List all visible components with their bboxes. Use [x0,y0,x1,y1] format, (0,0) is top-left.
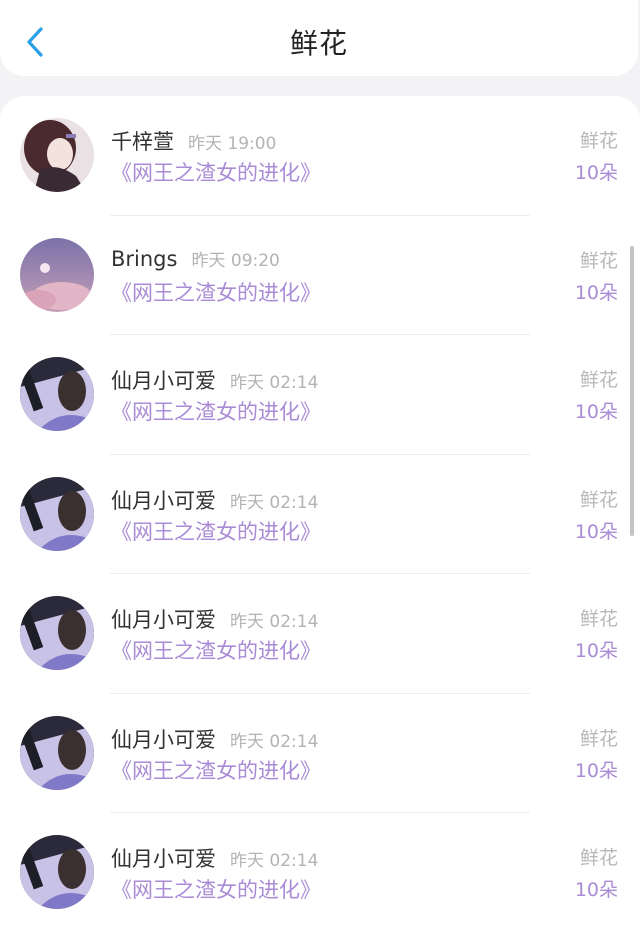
gift-type: 鲜花 [579,249,618,272]
gift-count: 10朵 [574,401,618,423]
book-title-link[interactable]: 《网王之渣女的进化》 [111,277,321,307]
sender-name: 仙月小可爱 昨天 02:14 [111,488,319,513]
avatar[interactable] [20,476,94,551]
book-title-link[interactable]: 《网王之渣女的进化》 [111,874,321,904]
gift-type: 鲜花 [579,488,618,511]
timestamp: 昨天 19:00 [188,134,277,154]
gift-type: 鲜花 [579,130,618,152]
gift-type: 鲜花 [579,608,618,630]
sender-name: 千梓萱 昨天 19:00 [111,130,277,154]
gift-count: 10朵 [574,162,618,184]
avatar[interactable] [20,118,94,192]
sender-name: Brings 昨天 09:20 [111,246,280,271]
book-title-link[interactable]: 《网王之渣女的进化》 [111,755,321,785]
timestamp: 昨天 09:20 [191,250,280,271]
gift-record-list: 千梓萱 昨天 19:00 《网王之渣女的进化》 鲜花 10朵 Brings 昨天… [0,96,640,936]
scrollbar[interactable] [630,246,634,536]
gift-count: 10朵 [574,640,618,662]
book-title-link[interactable]: 《网王之渣女的进化》 [111,396,321,426]
timestamp: 昨天 02:14 [230,612,319,632]
list-item[interactable]: 仙月小可爱 昨天 02:14 《网王之渣女的进化》 鲜花 10朵 [0,455,640,574]
avatar[interactable] [20,237,94,312]
avatar[interactable] [20,835,94,909]
book-title-link[interactable]: 《网王之渣女的进化》 [111,635,321,665]
gift-type: 鲜花 [579,369,618,391]
avatar[interactable] [20,715,94,790]
page-title: 鲜花 [289,27,348,60]
timestamp: 昨天 02:14 [230,373,319,393]
sender-name: 仙月小可爱 昨天 02:14 [111,608,319,632]
timestamp: 昨天 02:14 [230,731,319,752]
gift-count: 10朵 [574,879,618,901]
list-item[interactable]: 千梓萱 昨天 19:00 《网王之渣女的进化》 鲜花 10朵 [0,96,640,216]
gift-type: 鲜花 [579,847,618,869]
list-item[interactable]: 仙月小可爱 昨天 02:14 《网王之渣女的进化》 鲜花 10朵 [0,694,640,813]
avatar[interactable] [20,357,94,431]
list-item[interactable]: 仙月小可爱 昨天 02:14 《网王之渣女的进化》 鲜花 10朵 [0,335,640,455]
gift-count: 10朵 [574,281,618,304]
gift-type: 鲜花 [579,727,618,750]
sender-name: 仙月小可爱 昨天 02:14 [111,369,319,393]
list-item[interactable]: 仙月小可爱 昨天 02:14 《网王之渣女的进化》 鲜花 10朵 [0,813,640,933]
timestamp: 昨天 02:14 [230,492,319,513]
list-item[interactable]: Brings 昨天 09:20 《网王之渣女的进化》 鲜花 10朵 [0,216,640,335]
avatar[interactable] [20,596,94,670]
sender-name: 仙月小可爱 昨天 02:14 [111,847,319,871]
nav-header: 鲜花 [0,0,638,76]
gift-count: 10朵 [574,759,618,782]
list-item[interactable]: 仙月小可爱 昨天 02:14 《网王之渣女的进化》 鲜花 10朵 [0,574,640,694]
book-title-link[interactable]: 《网王之渣女的进化》 [111,157,321,187]
timestamp: 昨天 02:14 [230,851,319,871]
book-title-link[interactable]: 《网王之渣女的进化》 [111,516,321,546]
sender-name: 仙月小可爱 昨天 02:14 [111,727,319,752]
gift-count: 10朵 [574,520,618,543]
